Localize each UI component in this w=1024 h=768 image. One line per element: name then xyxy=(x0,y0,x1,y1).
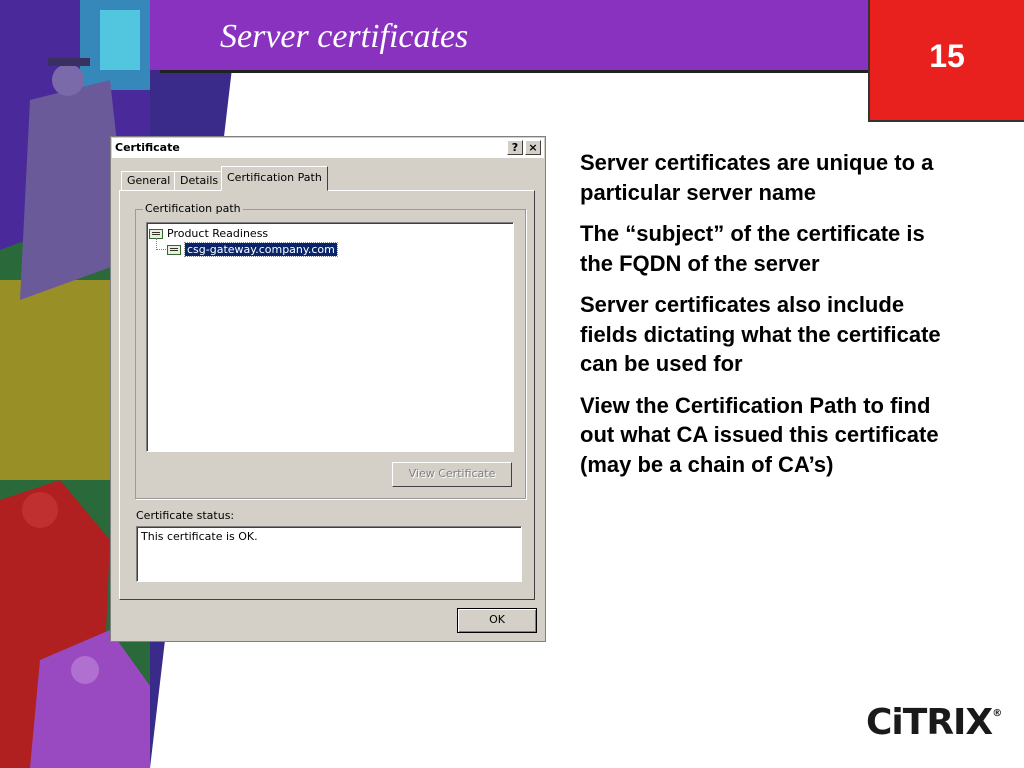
tree-item-label: Product Readiness xyxy=(167,227,269,240)
tab-certification-path[interactable]: Certification Path xyxy=(221,166,328,191)
header-divider xyxy=(160,70,870,73)
tree-item-selected[interactable]: csg-gateway.company.com xyxy=(167,242,338,257)
close-button[interactable]: × xyxy=(525,140,541,155)
dialog-titlebar[interactable]: Certificate ? × xyxy=(112,138,544,158)
certification-path-tree[interactable]: Product Readiness csg-gateway.company.co… xyxy=(146,222,514,452)
tab-general[interactable]: General xyxy=(121,171,177,191)
tab-details[interactable]: Details xyxy=(174,171,225,191)
bullet-item: Server certificates also include fields … xyxy=(580,292,941,376)
tree-connector xyxy=(156,238,166,250)
tab-panel: Certification path Product Readiness csg… xyxy=(119,190,535,600)
bullet-item: The “subject” of the certificate is the … xyxy=(580,221,925,276)
page-number: 15 xyxy=(929,38,965,74)
certification-path-label: Certification path xyxy=(143,202,243,215)
view-certificate-button[interactable]: View Certificate xyxy=(392,462,512,487)
bullet-list: Server certificates are unique to a part… xyxy=(580,148,960,491)
certificate-dialog: Certificate ? × General Details Certific… xyxy=(110,136,546,642)
help-button[interactable]: ? xyxy=(507,140,523,155)
certificate-status-box: This certificate is OK. xyxy=(136,526,522,582)
slide-title: Server certificates xyxy=(220,18,469,55)
page-number-box: 15 xyxy=(868,0,1024,122)
bullet-item: Server certificates are unique to a part… xyxy=(580,150,934,205)
tree-item[interactable]: Product Readiness xyxy=(149,226,268,241)
logo-text: CiTRIX xyxy=(866,702,993,743)
dialog-title: Certificate xyxy=(115,141,180,154)
certificate-status-label: Certificate status: xyxy=(136,509,235,522)
certification-path-group: Certification path Product Readiness csg… xyxy=(135,202,526,499)
bullet-item: View the Certification Path to find out … xyxy=(580,392,939,477)
certificate-icon xyxy=(167,245,181,255)
ok-button[interactable]: OK xyxy=(457,608,537,633)
tree-item-label: csg-gateway.company.com xyxy=(184,242,338,257)
citrix-logo: CiTRIX® xyxy=(866,702,1002,743)
registered-mark: ® xyxy=(992,708,1003,719)
